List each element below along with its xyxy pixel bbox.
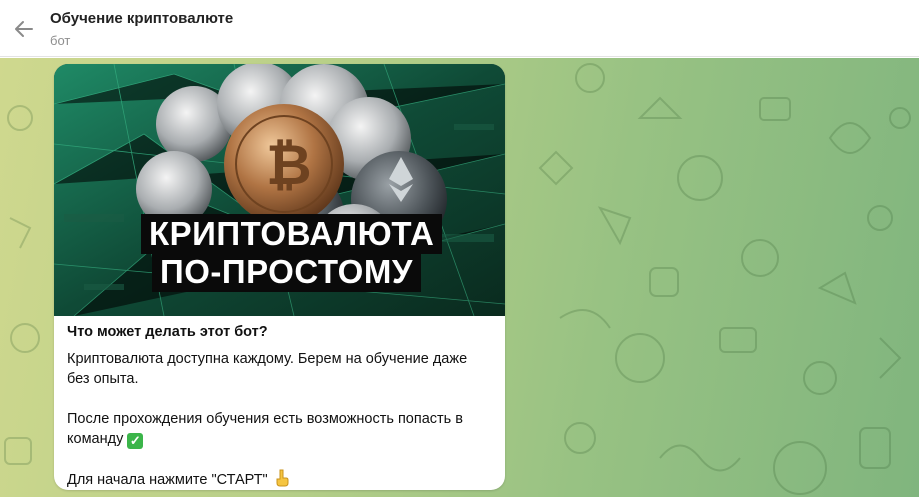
image-banner-line2: ПО-ПРОСТОМУ (152, 252, 421, 292)
message-paragraph-3-text: Для начала нажмите "СТАРТ" (67, 472, 268, 488)
message-paragraph-1: Криптовалюта доступна каждому. Берем на … (67, 351, 468, 387)
arrow-left-icon (15, 21, 33, 37)
back-button[interactable] (8, 13, 40, 45)
message-heading: Что может делать этот бот? (67, 324, 268, 340)
message-text: Что может делать этот бот? Криптовалюта … (67, 322, 492, 490)
chat-subtitle: бот (50, 33, 71, 48)
pointing-down-hand-icon (274, 469, 290, 490)
message-paragraph-3: Для начала нажмите "СТАРТ" (67, 469, 492, 490)
message-paragraph-2: После прохождения обучения есть возможно… (67, 409, 492, 449)
svg-text:₿: ₿ (266, 133, 312, 196)
message-bubble: ₿ КРИПТОВАЛЮТА ПО-ПРОСТОМУ Что может дел… (54, 64, 505, 490)
chat-title[interactable]: Обучение криптовалюте (50, 10, 233, 27)
chat-background: ₿ КРИПТОВАЛЮТА ПО-ПРОСТОМУ Что может дел… (0, 58, 919, 497)
message-photo[interactable]: ₿ КРИПТОВАЛЮТА ПО-ПРОСТОМУ (54, 64, 505, 316)
chat-header: Обучение криптовалюте бот (0, 0, 919, 57)
check-mark-icon: ✓ (127, 433, 144, 449)
image-banner-line1: КРИПТОВАЛЮТА (141, 214, 443, 254)
